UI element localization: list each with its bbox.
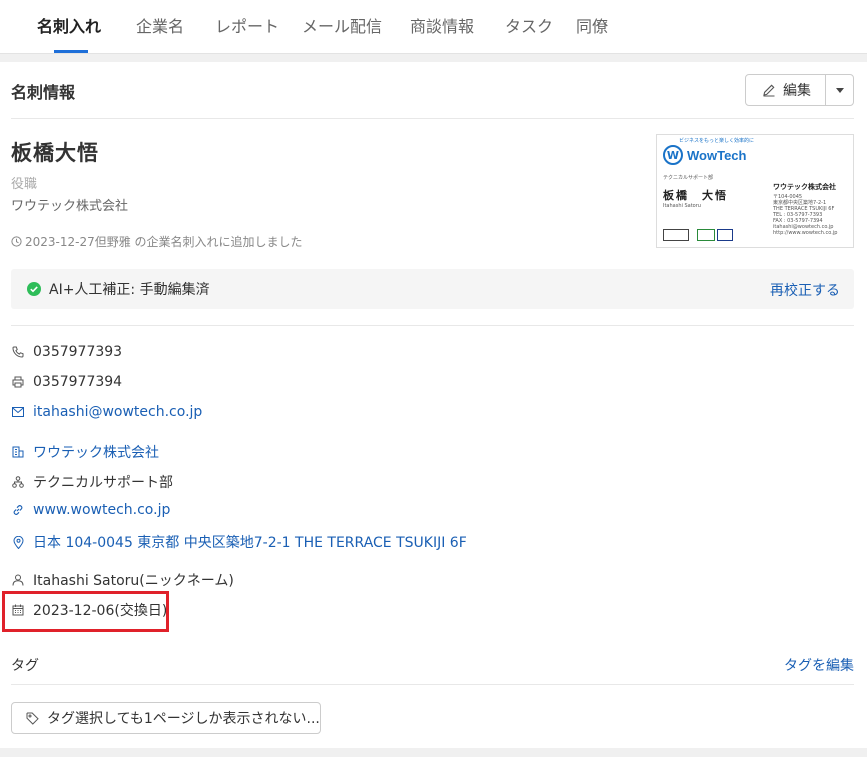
email-link[interactable]: itahashi@wowtech.co.jp <box>33 404 202 420</box>
fax-value: 0357977394 <box>33 374 123 390</box>
divider <box>11 684 854 685</box>
card-company: ワウテック株式会社 <box>773 183 836 191</box>
mail-icon <box>12 407 24 417</box>
section-title: 名刺情報 <box>11 83 76 102</box>
card-romaji: Itahashi Satoru <box>663 203 701 209</box>
divider <box>11 325 854 326</box>
wowtech-logo-icon: W <box>663 145 683 165</box>
tag-select-button[interactable]: タグ選択しても1ページしか表示されない... <box>11 702 321 734</box>
address-link[interactable]: 日本 104-0045 東京都 中央区築地7-2-1 THE TERRACE T… <box>33 532 467 552</box>
highlight-box <box>2 591 169 632</box>
added-note-text: 2023-12-27但野雅 の企業名刺入れに追加しました <box>25 235 303 249</box>
recheck-link[interactable]: 再校正する <box>770 280 840 300</box>
card-logo-text: WowTech <box>687 147 747 163</box>
edit-button[interactable]: 編集 <box>746 75 826 105</box>
active-tab-indicator <box>54 50 88 53</box>
printer-icon <box>12 376 24 388</box>
building-icon <box>12 446 24 458</box>
phone-value: 0357977393 <box>33 344 123 360</box>
ai-status-label: AI+人工補正: 手動編集済 <box>49 282 210 298</box>
website-link[interactable]: www.wowtech.co.jp <box>33 502 170 518</box>
fax-row: 0357977394 <box>11 374 122 390</box>
ai-correction-status: AI+人工補正: 手動編集済 再校正する <box>11 269 854 309</box>
clock-icon <box>11 236 22 247</box>
department-row: テクニカルサポート部 <box>11 472 173 492</box>
contact-name: 板橋大悟 <box>11 141 99 165</box>
divider <box>11 118 854 119</box>
contact-role: 役職 <box>11 177 38 192</box>
map-pin-icon <box>12 535 24 549</box>
tab-companies[interactable]: 企業名 <box>136 13 184 37</box>
company-row: ワウテック株式会社 <box>11 442 159 462</box>
edit-dropdown-toggle[interactable] <box>826 87 853 93</box>
top-nav: 名刺入れ 企業名 レポート メール配信 商談情報 タスク 同僚 <box>0 0 867 54</box>
business-card-panel: 名刺情報 編集 板橋大悟 役職 ワウテック株式会社 2023-12-27但野雅 … <box>0 62 867 748</box>
phone-icon <box>12 346 24 358</box>
tag-select-label: タグ選択しても1ページしか表示されない... <box>47 711 320 727</box>
tab-mail-delivery[interactable]: メール配信 <box>302 13 382 37</box>
tag-icon <box>26 712 39 725</box>
check-circle-icon <box>27 282 41 296</box>
card-address-7: http://www.wowtech.co.jp <box>773 230 838 236</box>
org-chart-icon <box>12 476 24 488</box>
nickname-row: Itahashi Satoru(ニックネーム) <box>11 570 234 590</box>
business-card-image[interactable]: ビジネスをもっと楽しく効率的に W WowTech テクニカルサポート部 板橋 … <box>656 134 854 248</box>
card-badge-icon <box>697 229 715 241</box>
card-badge-icon <box>717 229 733 241</box>
tags-label: タグ <box>11 658 39 674</box>
edit-button-group: 編集 <box>745 74 854 106</box>
phone-row: 0357977393 <box>11 344 122 360</box>
company-link[interactable]: ワウテック株式会社 <box>33 442 159 462</box>
card-tagline: ビジネスをもっと楽しく効率的に <box>679 138 755 144</box>
website-row: www.wowtech.co.jp <box>11 502 170 518</box>
added-note: 2023-12-27但野雅 の企業名刺入れに追加しました <box>11 233 303 250</box>
tab-business-cards[interactable]: 名刺入れ <box>37 13 101 37</box>
tab-tasks[interactable]: タスク <box>505 13 553 37</box>
pencil-icon <box>763 84 775 97</box>
tab-reports[interactable]: レポート <box>215 13 279 37</box>
email-row: itahashi@wowtech.co.jp <box>11 404 202 420</box>
caret-down-icon <box>835 87 844 93</box>
card-badge-icon <box>663 229 689 241</box>
nickname-value: Itahashi Satoru(ニックネーム) <box>33 573 234 589</box>
tab-colleagues[interactable]: 同僚 <box>576 13 608 37</box>
address-row: 日本 104-0045 東京都 中央区築地7-2-1 THE TERRACE T… <box>11 532 467 552</box>
contact-company: ワウテック株式会社 <box>11 199 129 214</box>
card-name: 板橋 大悟 <box>663 189 728 202</box>
card-dept: テクニカルサポート部 <box>663 175 714 181</box>
link-icon <box>13 505 23 515</box>
edit-tags-link[interactable]: タグを編集 <box>784 655 854 675</box>
user-icon <box>12 574 24 586</box>
card-logo: W WowTech <box>663 145 746 165</box>
edit-button-label: 編集 <box>783 83 811 99</box>
tab-deals[interactable]: 商談情報 <box>410 13 474 37</box>
department-value: テクニカルサポート部 <box>33 475 173 491</box>
